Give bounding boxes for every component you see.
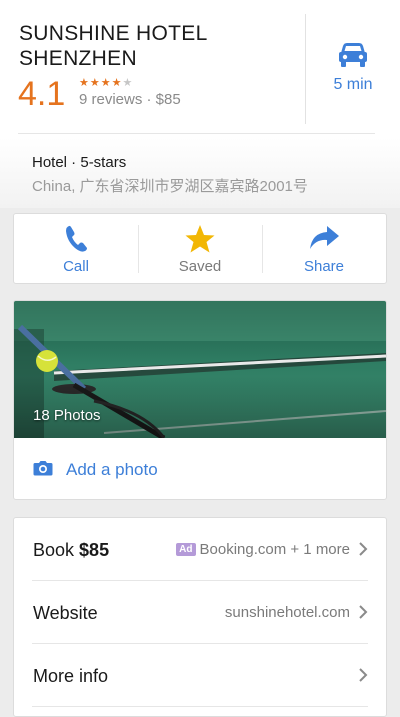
add-photo-label: Add a photo <box>66 460 158 479</box>
hotel-title: SUNSHINE HOTEL SHENZHEN <box>19 22 207 70</box>
star-empty-icon: ★ <box>122 77 134 89</box>
star-filled-icon: ★ <box>111 77 123 89</box>
camera-icon <box>33 461 53 476</box>
star-filled-icon: ★ <box>79 77 90 89</box>
star-rating: ★★★★★ <box>79 76 133 90</box>
row-divider <box>32 706 368 707</box>
more-info-row[interactable]: More info <box>14 644 386 707</box>
share-button[interactable]: Share <box>262 214 386 283</box>
header-bottom-divider <box>18 133 375 134</box>
directions-button[interactable]: 5 min <box>306 28 400 108</box>
call-button[interactable]: Call <box>14 214 138 283</box>
website-row[interactable]: Website sunshinehotel.com <box>14 581 386 644</box>
star-filled-icon: ★ <box>89 77 101 89</box>
hotel-photo[interactable]: 18 Photos <box>14 301 386 438</box>
chevron-right-icon <box>359 668 368 682</box>
call-label: Call <box>63 258 89 275</box>
book-row[interactable]: Book $85 Ad Booking.com + 1 more <box>14 518 386 581</box>
details-card: Book $85 Ad Booking.com + 1 more Website … <box>13 517 387 717</box>
photo-count: 18 Photos <box>33 407 101 424</box>
car-icon <box>339 43 367 67</box>
place-address[interactable]: China, 广东省深圳市罗湖区嘉宾路2001号 <box>32 175 308 196</box>
place-type: Hotel · 5-stars <box>32 154 127 171</box>
chevron-right-icon <box>359 605 368 619</box>
book-provider: Ad Booking.com + 1 more <box>176 541 350 558</box>
provider-text: Booking.com + 1 more <box>199 541 351 558</box>
more-info-label: More info <box>33 666 109 686</box>
book-label: Book $85 <box>33 540 109 561</box>
photos-card: 18 Photos Add a photo <box>13 300 387 500</box>
website-value: sunshinehotel.com <box>224 604 350 621</box>
reviews-price[interactable]: 9 reviews · $85 <box>79 91 181 109</box>
add-photo-button[interactable]: Add a photo <box>14 438 386 499</box>
rating-value: 4.1 <box>18 75 66 113</box>
ad-badge: Ad <box>176 543 196 556</box>
star-filled-icon: ★ <box>100 77 112 89</box>
travel-time: 5 min <box>333 76 373 93</box>
star-icon <box>185 225 215 253</box>
saved-label: Saved <box>178 258 222 275</box>
book-price: $85 <box>79 540 110 560</box>
place-header: SUNSHINE HOTEL SHENZHEN 4.1 ★★★★★ 9 revi… <box>0 0 400 138</box>
share-label: Share <box>303 258 345 275</box>
share-arrow-icon <box>310 226 339 249</box>
action-bar: Call Saved Share <box>13 213 387 284</box>
chevron-right-icon <box>359 542 368 556</box>
book-text: Book <box>33 540 75 560</box>
website-label: Website <box>33 603 98 623</box>
phone-icon <box>66 225 87 252</box>
saved-button[interactable]: Saved <box>138 214 262 283</box>
place-info: Hotel · 5-stars China, 广东省深圳市罗湖区嘉宾路2001号 <box>0 138 400 208</box>
